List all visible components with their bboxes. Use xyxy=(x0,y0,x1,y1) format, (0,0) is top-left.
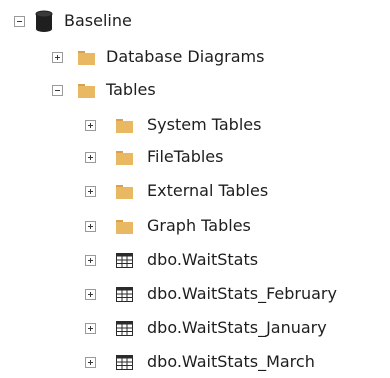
tree-node-label: dbo.WaitStats_January xyxy=(147,318,327,337)
tree-node-label: dbo.WaitStats_February xyxy=(147,284,337,303)
tree-node-graph-tables[interactable]: Graph Tables xyxy=(0,211,253,241)
tree-node-table-waitstats-march[interactable]: dbo.WaitStats_March xyxy=(0,347,317,377)
table-icon xyxy=(116,286,133,302)
tree-node-label: External Tables xyxy=(147,181,269,200)
table-icon xyxy=(116,354,133,370)
collapse-toggle[interactable] xyxy=(52,84,63,96)
collapse-toggle[interactable] xyxy=(14,15,25,27)
tree-node-label: Tables xyxy=(106,80,156,99)
tree-node-label: Graph Tables xyxy=(147,216,251,235)
tree-node-label: dbo.WaitStats_March xyxy=(147,352,315,371)
database-icon xyxy=(35,10,53,32)
tree-node-table-waitstats-february[interactable]: dbo.WaitStats_February xyxy=(0,279,339,309)
folder-icon xyxy=(116,184,133,199)
object-explorer-tree: Baseline Database Diagrams Tables System… xyxy=(0,0,390,378)
folder-icon xyxy=(78,83,95,98)
expand-toggle[interactable] xyxy=(52,51,63,63)
tree-node-label: FileTables xyxy=(147,147,224,166)
expand-toggle[interactable] xyxy=(85,322,96,334)
expand-toggle[interactable] xyxy=(85,151,96,163)
tree-node-external-tables[interactable]: External Tables xyxy=(0,176,270,206)
tree-node-tables[interactable]: Tables xyxy=(0,75,158,105)
expand-toggle[interactable] xyxy=(85,288,96,300)
tree-node-label: Database Diagrams xyxy=(106,47,265,66)
tree-node-baseline[interactable]: Baseline xyxy=(0,6,134,36)
expand-toggle[interactable] xyxy=(85,119,96,131)
expand-toggle[interactable] xyxy=(85,220,96,232)
expand-toggle[interactable] xyxy=(85,356,96,368)
expand-toggle[interactable] xyxy=(85,185,96,197)
tree-node-table-waitstats-january[interactable]: dbo.WaitStats_January xyxy=(0,313,329,343)
table-icon xyxy=(116,252,133,268)
folder-icon xyxy=(78,50,95,65)
tree-node-label: dbo.WaitStats xyxy=(147,250,259,269)
tree-node-label: Baseline xyxy=(64,11,132,30)
expand-toggle[interactable] xyxy=(85,254,96,266)
folder-icon xyxy=(116,150,133,165)
folder-icon xyxy=(116,219,133,234)
tree-node-table-waitstats[interactable]: dbo.WaitStats xyxy=(0,245,260,275)
folder-icon xyxy=(116,118,133,133)
tree-node-database-diagrams[interactable]: Database Diagrams xyxy=(0,42,266,72)
table-icon xyxy=(116,320,133,336)
tree-node-filetables[interactable]: FileTables xyxy=(0,142,225,172)
tree-node-label: System Tables xyxy=(147,115,262,134)
tree-node-system-tables[interactable]: System Tables xyxy=(0,110,263,140)
